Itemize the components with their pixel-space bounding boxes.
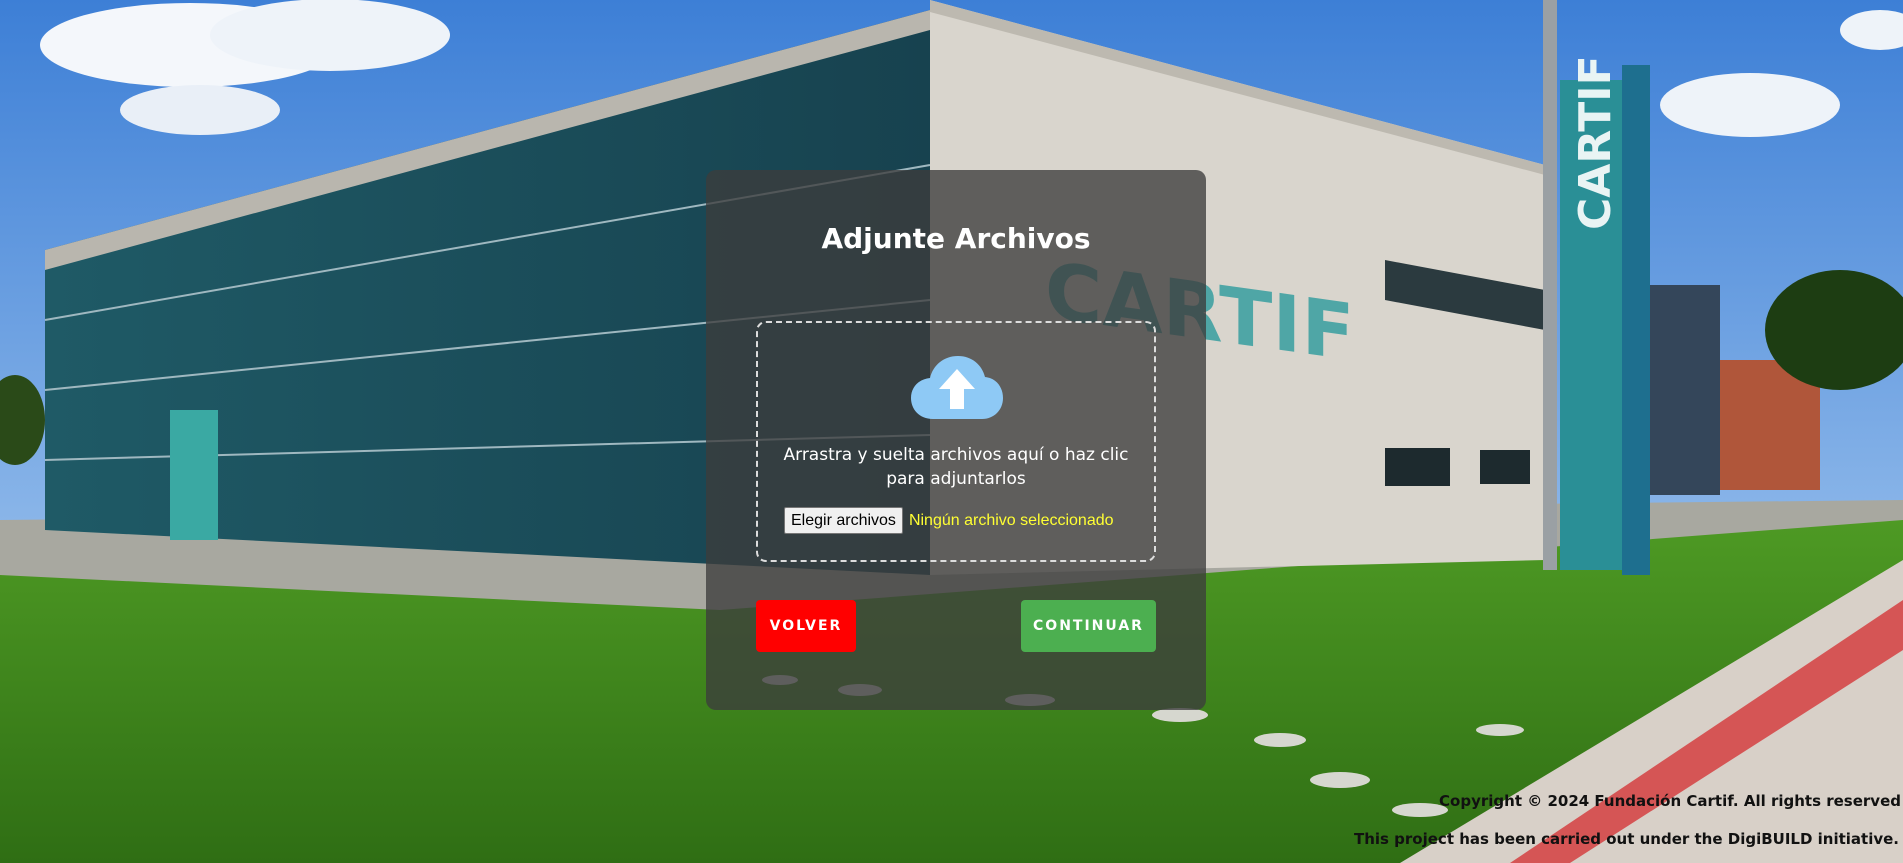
file-dropzone[interactable]: Arrastra y suelta archivos aquí o haz cl…	[756, 321, 1156, 562]
back-button[interactable]: VOLVER	[756, 600, 856, 652]
cloud-upload-icon	[911, 356, 1003, 419]
continue-button[interactable]: CONTINUAR	[1021, 600, 1156, 652]
dropzone-instructions: Arrastra y suelta archivos aquí o haz cl…	[783, 445, 1129, 489]
footer-project-note: This project has been carried out under …	[1353, 830, 1899, 848]
svg-text:CARTIF: CARTIF	[1570, 55, 1621, 230]
choose-files-button[interactable]: Elegir archivos	[784, 507, 903, 534]
file-status-text: Ningún archivo seleccionado	[908, 511, 1114, 529]
dialog-title: Adjunte Archivos	[821, 222, 1091, 255]
footer-copyright: Copyright © 2024 Fundación Cartif. All r…	[1439, 792, 1901, 810]
page: CARTIF CARTIF Adjunte Archivos	[0, 0, 1903, 863]
upload-dialog: Adjunte Archivos Arrastra y suelta archi…	[706, 170, 1206, 710]
file-input-row: Elegir archivos Ningún archivo seleccion…	[784, 507, 1114, 534]
